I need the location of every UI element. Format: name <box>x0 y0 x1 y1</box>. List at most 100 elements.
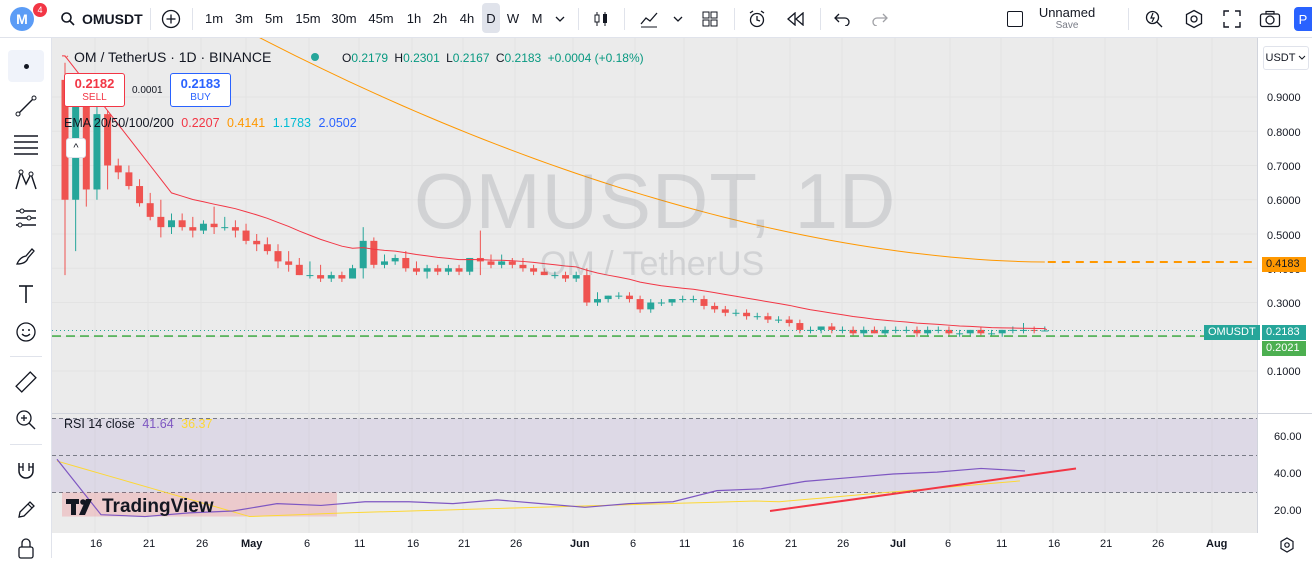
icon-tool[interactable] <box>8 316 44 348</box>
buy-button[interactable]: 0.2183 BUY <box>170 73 231 107</box>
candle-body <box>221 227 229 229</box>
quick-search-button[interactable] <box>1140 0 1168 37</box>
snapshot-button[interactable] <box>1256 0 1284 37</box>
time-tick: Jun <box>570 538 590 550</box>
zoom-tool[interactable] <box>8 404 44 436</box>
alert-button[interactable] <box>742 0 772 37</box>
legend-title[interactable]: OM / TetherUS · 1D · BINANCE <box>74 49 271 65</box>
chevron-down-icon <box>1299 55 1306 60</box>
text-icon <box>19 285 33 303</box>
legend-collapse-arrow-icon[interactable]: ⌄ <box>62 50 70 61</box>
interval-1h[interactable]: 1h <box>403 0 425 37</box>
trend-line-tool[interactable] <box>8 90 44 122</box>
rsi-tick: 60.00 <box>1274 431 1302 443</box>
indicators-button[interactable] <box>634 0 664 37</box>
forecast-tool[interactable] <box>8 202 44 234</box>
chart-type-button[interactable] <box>588 0 614 37</box>
currency-select[interactable]: USDT <box>1263 46 1309 70</box>
time-tick: 21 <box>458 538 471 550</box>
candle-body <box>391 257 399 262</box>
ema-legend[interactable]: EMA 20/50/100/200 0.2207 0.4141 1.1783 2… <box>64 116 357 130</box>
interval-1d[interactable]: D <box>482 3 500 33</box>
user-avatar[interactable]: M <box>10 7 34 31</box>
layout-square-icon <box>1007 10 1023 27</box>
rsi-tick: 20.00 <box>1274 505 1302 517</box>
interval-1mo[interactable]: M <box>528 0 546 37</box>
layout-name[interactable]: Unnamed Save <box>1034 0 1100 37</box>
interval-15m[interactable]: 15m <box>293 0 323 37</box>
candle-body <box>359 240 367 269</box>
layout-select-button[interactable] <box>1000 0 1030 37</box>
indicators-dropdown[interactable] <box>668 0 688 37</box>
collapse-legend-button[interactable]: ^ <box>66 138 86 158</box>
candle-body <box>412 268 420 272</box>
cursor-tool[interactable] <box>8 50 44 82</box>
ema200-value: 2.0502 <box>318 116 357 130</box>
symbol-search[interactable]: OMUSDT <box>60 0 144 37</box>
candle-body <box>988 333 996 335</box>
fullscreen-button[interactable] <box>1218 0 1246 37</box>
fib-tool[interactable] <box>8 128 44 160</box>
candle-body <box>849 329 857 334</box>
settings-button[interactable] <box>1180 0 1208 37</box>
fullscreen-icon <box>1223 9 1241 28</box>
interval-dropdown[interactable] <box>550 0 570 37</box>
redo-button[interactable] <box>866 0 894 37</box>
candles-icon <box>594 11 607 26</box>
tradingview-logo-icon <box>66 499 92 515</box>
candle-body <box>455 268 463 272</box>
candle-body <box>487 261 495 265</box>
interval-30m[interactable]: 30m <box>329 0 359 37</box>
magnet-tool[interactable] <box>8 454 44 486</box>
time-tick: 26 <box>837 538 850 550</box>
undo-button[interactable] <box>828 0 856 37</box>
sell-button[interactable]: 0.2182 SELL <box>64 73 125 107</box>
compare-add-button[interactable] <box>156 0 186 37</box>
price-tick: 0.7000 <box>1267 161 1301 173</box>
candle-body <box>785 319 793 324</box>
tradingview-logo[interactable]: TradingView <box>66 496 214 518</box>
replay-button[interactable] <box>782 0 810 37</box>
lightning-search-icon <box>1145 10 1163 27</box>
pattern-tool[interactable] <box>8 164 44 196</box>
time-tick: 6 <box>304 538 311 550</box>
ohlc-o-label: O <box>342 51 352 65</box>
price-tick: 0.1000 <box>1267 366 1301 378</box>
ohlc-open: 0.2179 <box>351 51 389 65</box>
candle-body <box>349 268 357 279</box>
lock-icon <box>18 538 34 559</box>
candle-body <box>860 329 868 334</box>
interval-5m[interactable]: 5m <box>262 0 286 37</box>
chart-settings-button[interactable] <box>1276 535 1298 555</box>
candle-body <box>604 295 612 300</box>
measure-tool[interactable] <box>8 366 44 398</box>
time-axis[interactable]: 16 21 26 May 6 11 16 21 26 Jun 6 11 16 2… <box>52 534 1257 558</box>
ema50-price-tag: 0.4183 <box>1262 257 1306 272</box>
chart-area[interactable]: ⌄ OM / TetherUS · 1D · BINANCE O0.2179 H… <box>52 38 1312 558</box>
candle-body <box>157 216 165 228</box>
interval-4h[interactable]: 4h <box>456 0 478 37</box>
templates-button[interactable] <box>696 0 724 37</box>
brush-tool[interactable] <box>8 240 44 272</box>
interval-1w[interactable]: W <box>504 0 522 37</box>
gear-icon <box>1185 9 1203 28</box>
text-tool[interactable] <box>8 278 44 310</box>
interval-1m[interactable]: 1m <box>202 0 226 37</box>
undo-icon <box>834 13 850 26</box>
rsi-legend[interactable]: RSI 14 close 41.64 36.37 <box>64 417 212 431</box>
time-tick: 16 <box>407 538 420 550</box>
candle-body <box>125 172 133 187</box>
plus-circle-icon <box>161 9 181 28</box>
stay-drawing-tool[interactable] <box>8 494 44 526</box>
publish-button[interactable]: P <box>1294 7 1312 31</box>
time-tick: 21 <box>1100 538 1113 550</box>
interval-3m[interactable]: 3m <box>232 0 256 37</box>
time-tick: Aug <box>1206 538 1228 550</box>
lock-tool[interactable] <box>8 532 44 564</box>
smiley-icon <box>16 322 36 342</box>
candle-body <box>796 323 804 330</box>
interval-45m[interactable]: 45m <box>366 0 396 37</box>
indicators-icon <box>640 12 658 27</box>
interval-2h[interactable]: 2h <box>429 0 451 37</box>
sliders-icon <box>16 208 36 228</box>
